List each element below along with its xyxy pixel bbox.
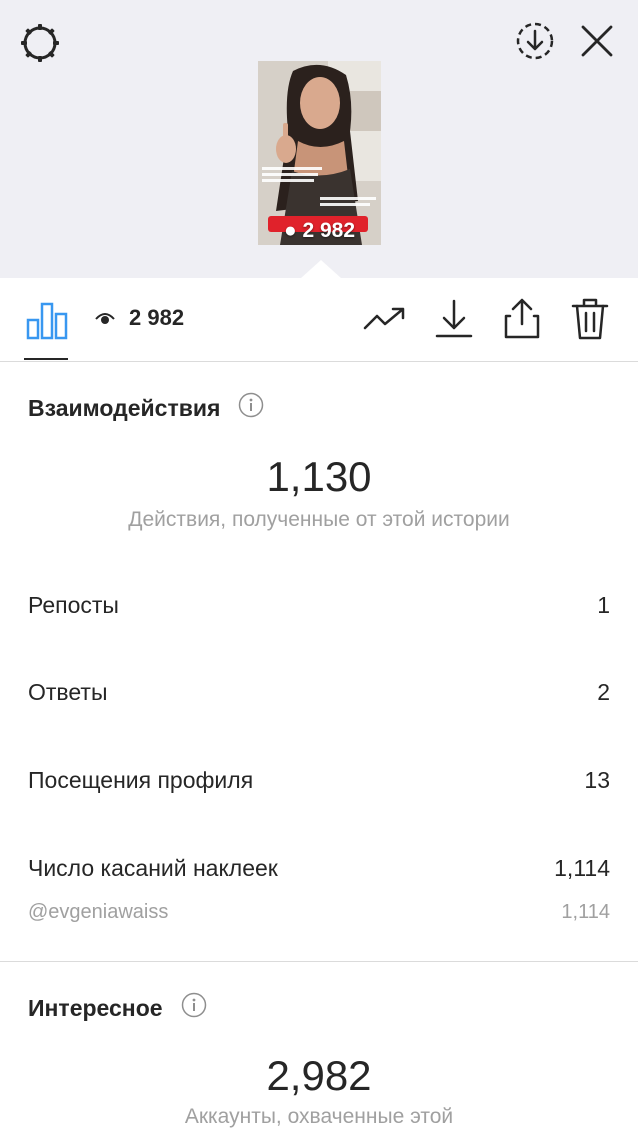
info-icon[interactable] bbox=[238, 392, 264, 424]
story-image bbox=[258, 61, 381, 245]
section-divider bbox=[0, 961, 638, 962]
interactions-title: Взаимодействия bbox=[28, 394, 221, 421]
download-icon[interactable] bbox=[434, 298, 474, 345]
metric-row-profile-visits: Посещения профиля 13 bbox=[28, 767, 610, 794]
discovery-total: 2,982 bbox=[266, 1052, 372, 1099]
active-tab-underline bbox=[24, 358, 68, 360]
story-preview-area: ● 2 982 bbox=[0, 0, 638, 278]
metric-row-reposts: Репосты 1 bbox=[28, 592, 610, 619]
metric-value: 1,114 bbox=[554, 855, 610, 881]
metric-value: 13 bbox=[584, 767, 610, 793]
bar-chart-icon[interactable] bbox=[26, 302, 68, 345]
interactions-caption: Действия, полученные от этой истории bbox=[128, 508, 510, 531]
info-icon[interactable] bbox=[181, 992, 207, 1024]
sticker-mention-value: 1,114 bbox=[561, 901, 610, 923]
views-count: 2 982 bbox=[129, 305, 185, 330]
preview-pointer bbox=[301, 260, 341, 278]
discovery-section-title: Интересное bbox=[28, 992, 207, 1024]
sticker-mention-label: @evgeniawaiss bbox=[28, 901, 169, 923]
metric-label: Ответы bbox=[28, 679, 108, 705]
close-icon[interactable] bbox=[580, 24, 614, 63]
interactions-section-title: Взаимодействия bbox=[28, 392, 264, 424]
overlay-views-count: 2 982 bbox=[302, 219, 356, 242]
trash-icon[interactable] bbox=[570, 296, 610, 347]
metric-row-replies: Ответы 2 bbox=[28, 679, 610, 706]
metric-label: Репосты bbox=[28, 592, 119, 618]
overlay-eye-icon: ● bbox=[283, 219, 303, 242]
insights-toolbar: 2 982 bbox=[0, 278, 638, 362]
trending-up-icon[interactable] bbox=[363, 306, 407, 337]
metric-value: 1 bbox=[597, 592, 610, 618]
sticker-mention-row: @evgeniawaiss 1,114 bbox=[28, 901, 610, 924]
discovery-caption: Аккаунты, охваченные этой bbox=[184, 1105, 454, 1128]
metric-row-sticker-taps: Число касаний наклеек 1,114 bbox=[28, 855, 610, 882]
save-icon[interactable] bbox=[514, 20, 556, 67]
views-counter: 2 982 bbox=[95, 305, 184, 331]
story-thumbnail[interactable]: ● 2 982 bbox=[258, 61, 381, 245]
metric-label: Число касаний наклеек bbox=[28, 855, 278, 881]
metric-label: Посещения профиля bbox=[28, 767, 254, 793]
discovery-title: Интересное bbox=[28, 994, 163, 1021]
interactions-total: 1,130 bbox=[266, 453, 372, 500]
eye-icon bbox=[95, 305, 115, 331]
metric-value: 2 bbox=[597, 679, 610, 705]
story-views-overlay: ● 2 982 bbox=[258, 219, 381, 243]
share-icon[interactable] bbox=[502, 296, 542, 345]
settings-icon[interactable] bbox=[18, 21, 62, 70]
